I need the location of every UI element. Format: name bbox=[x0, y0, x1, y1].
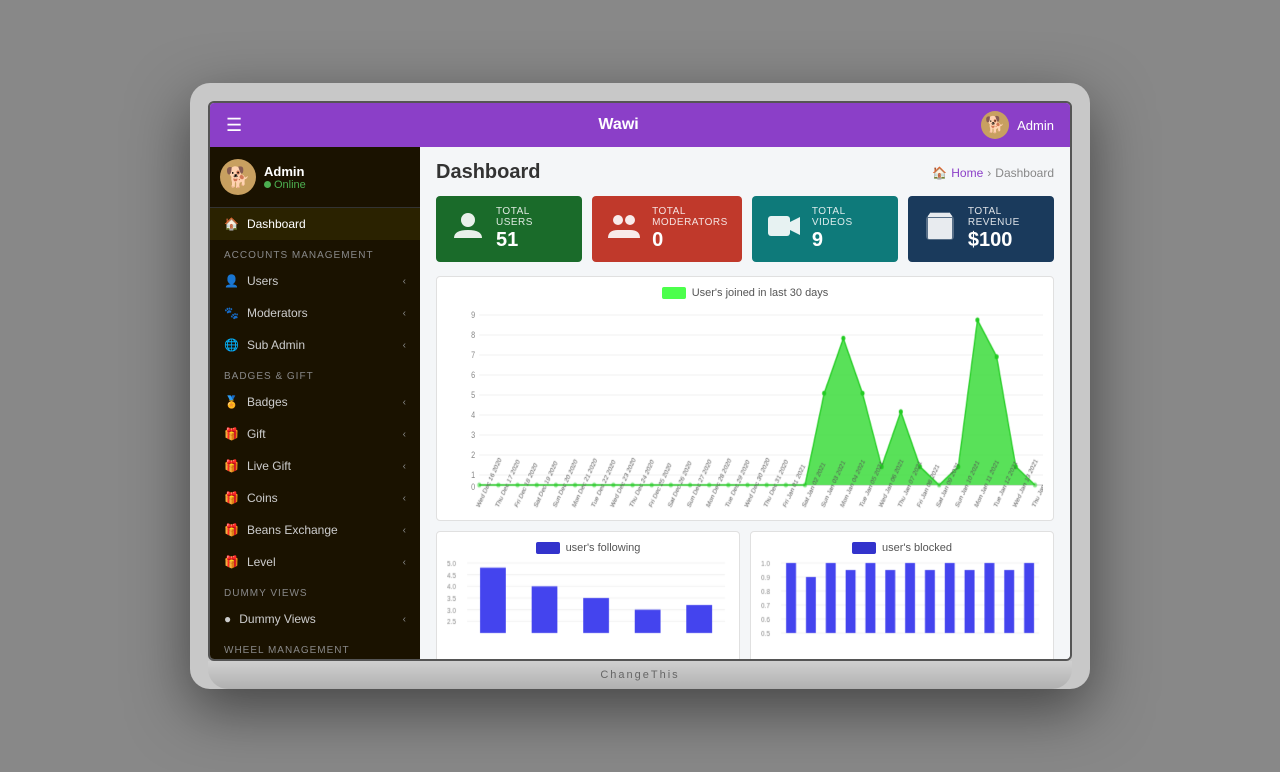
coins-icon: 🎁 bbox=[224, 491, 239, 505]
sidebar-item-level[interactable]: 🎁 Level ‹ bbox=[210, 546, 420, 578]
live-gift-icon: 🎁 bbox=[224, 459, 239, 473]
sidebar-user: 🐕 Admin Online bbox=[210, 147, 420, 208]
sidebar-item-dummy-views[interactable]: ● Dummy Views ‹ bbox=[210, 603, 420, 635]
following-legend-label: user's following bbox=[566, 542, 641, 554]
subadmin-icon: 🌐 bbox=[224, 338, 239, 352]
sidebar-item-label: Coins bbox=[247, 491, 278, 505]
dummy-views-icon: ● bbox=[224, 612, 231, 626]
navbar-right: 🐕 Admin bbox=[981, 111, 1054, 139]
legend-label: User's joined in last 30 days bbox=[692, 287, 829, 299]
stat-moderators-label: TOTAL MODERATORS bbox=[652, 206, 728, 228]
chevron-icon: ‹ bbox=[403, 308, 406, 319]
following-chart: user's following bbox=[436, 531, 740, 659]
page-title: Dashboard bbox=[436, 161, 540, 184]
sidebar-item-label: Beans Exchange bbox=[247, 523, 338, 537]
section-wheel-management: WHEEL MANAGEMENT bbox=[210, 635, 420, 659]
section-accounts: ACCOUNTS MANAGEMENT bbox=[210, 240, 420, 265]
following-legend-color bbox=[536, 542, 560, 554]
sidebar-item-label: Gift bbox=[247, 427, 266, 441]
navbar-brand: Wawi bbox=[256, 116, 981, 134]
section-dummy-views: Dummy Views bbox=[210, 578, 420, 603]
main-content: Dashboard 🏠 Home › Dashboard bbox=[420, 147, 1070, 659]
dashboard-icon: 🏠 bbox=[224, 217, 239, 231]
sidebar-item-subadmin[interactable]: 🌐 Sub Admin ‹ bbox=[210, 329, 420, 361]
page-header: Dashboard 🏠 Home › Dashboard bbox=[436, 161, 1054, 184]
breadcrumb-home[interactable]: Home bbox=[951, 166, 983, 180]
sidebar-item-label: Dashboard bbox=[247, 217, 306, 231]
chevron-icon: ‹ bbox=[403, 340, 406, 351]
stat-videos-icon bbox=[766, 208, 802, 251]
stat-card-videos: TOTAL VIDEOS 9 bbox=[752, 196, 898, 262]
sidebar-avatar: 🐕 bbox=[220, 159, 256, 195]
chevron-icon: ‹ bbox=[403, 493, 406, 504]
sidebar: 🐕 Admin Online 🏠 Das bbox=[210, 147, 420, 659]
gift-icon: 🎁 bbox=[224, 427, 239, 441]
blocked-legend-label: user's blocked bbox=[882, 542, 952, 554]
stat-users-value: 51 bbox=[496, 228, 568, 252]
breadcrumb-current: Dashboard bbox=[995, 166, 1054, 180]
chevron-icon: ‹ bbox=[403, 614, 406, 625]
sidebar-item-badges[interactable]: 🏅 Badges ‹ bbox=[210, 386, 420, 418]
following-legend: user's following bbox=[447, 542, 729, 554]
sidebar-item-label: Dummy Views bbox=[239, 612, 315, 626]
chevron-icon: ‹ bbox=[403, 557, 406, 568]
legend-color bbox=[662, 287, 686, 299]
level-icon: 🎁 bbox=[224, 555, 239, 569]
badges-icon: 🏅 bbox=[224, 395, 239, 409]
stat-revenue-icon bbox=[922, 208, 958, 251]
sidebar-item-gift[interactable]: 🎁 Gift ‹ bbox=[210, 418, 420, 450]
menu-icon[interactable]: ☰ bbox=[226, 115, 256, 136]
laptop-base-text: ChangeThis bbox=[600, 669, 679, 681]
breadcrumb-home-icon: 🏠 bbox=[932, 166, 947, 180]
sidebar-username: Admin bbox=[264, 164, 306, 179]
chevron-icon: ‹ bbox=[403, 429, 406, 440]
sidebar-status: Online bbox=[264, 179, 306, 191]
status-dot bbox=[264, 181, 271, 188]
main-chart-container: User's joined in last 30 days bbox=[436, 276, 1054, 521]
sidebar-item-label: Live Gift bbox=[247, 459, 291, 473]
chevron-icon: ‹ bbox=[403, 525, 406, 536]
blocked-legend-color bbox=[852, 542, 876, 554]
sidebar-item-label: Moderators bbox=[247, 306, 308, 320]
sidebar-item-live-gift[interactable]: 🎁 Live Gift ‹ bbox=[210, 450, 420, 482]
beans-icon: 🎁 bbox=[224, 523, 239, 537]
stat-card-moderators: TOTAL MODERATORS 0 bbox=[592, 196, 742, 262]
stat-users-label: TOTAL USERS bbox=[496, 206, 568, 228]
stat-revenue-value: $100 bbox=[968, 228, 1040, 252]
navbar: ☰ Wawi 🐕 Admin bbox=[210, 103, 1070, 147]
stat-users-icon bbox=[450, 208, 486, 251]
blocked-chart: user's blocked bbox=[750, 531, 1054, 659]
sidebar-item-moderators[interactable]: 🐾 Moderators ‹ bbox=[210, 297, 420, 329]
chevron-icon: ‹ bbox=[403, 461, 406, 472]
sidebar-item-label: Level bbox=[247, 555, 276, 569]
sidebar-item-users[interactable]: 👤 Users ‹ bbox=[210, 265, 420, 297]
sidebar-item-label: Badges bbox=[247, 395, 288, 409]
stat-videos-label: TOTAL VIDEOS bbox=[812, 206, 884, 228]
sidebar-item-dashboard[interactable]: 🏠 Dashboard bbox=[210, 208, 420, 240]
section-badges-gift: BADGES & GIFT bbox=[210, 361, 420, 386]
sidebar-item-coins[interactable]: 🎁 Coins ‹ bbox=[210, 482, 420, 514]
stat-card-revenue: TOTAL REVENUE $100 bbox=[908, 196, 1054, 262]
users-icon: 👤 bbox=[224, 274, 239, 288]
bottom-charts: user's following user's blocked bbox=[436, 531, 1054, 659]
breadcrumb: 🏠 Home › Dashboard bbox=[932, 166, 1054, 180]
stat-moderators-icon bbox=[606, 208, 642, 251]
sidebar-item-label: Sub Admin bbox=[247, 338, 305, 352]
chevron-icon: ‹ bbox=[403, 276, 406, 287]
chart-legend: User's joined in last 30 days bbox=[447, 287, 1043, 299]
chevron-icon: ‹ bbox=[403, 397, 406, 408]
moderators-icon: 🐾 bbox=[224, 306, 239, 320]
sidebar-item-label: Users bbox=[247, 274, 278, 288]
stat-moderators-value: 0 bbox=[652, 228, 728, 252]
blocked-legend: user's blocked bbox=[761, 542, 1043, 554]
stat-card-users: TOTAL USERS 51 bbox=[436, 196, 582, 262]
avatar: 🐕 bbox=[981, 111, 1009, 139]
admin-label: Admin bbox=[1017, 118, 1054, 133]
sidebar-item-beans-exchange[interactable]: 🎁 Beans Exchange ‹ bbox=[210, 514, 420, 546]
stats-row: TOTAL USERS 51 bbox=[436, 196, 1054, 262]
stat-videos-value: 9 bbox=[812, 228, 884, 252]
stat-revenue-label: TOTAL REVENUE bbox=[968, 206, 1040, 228]
